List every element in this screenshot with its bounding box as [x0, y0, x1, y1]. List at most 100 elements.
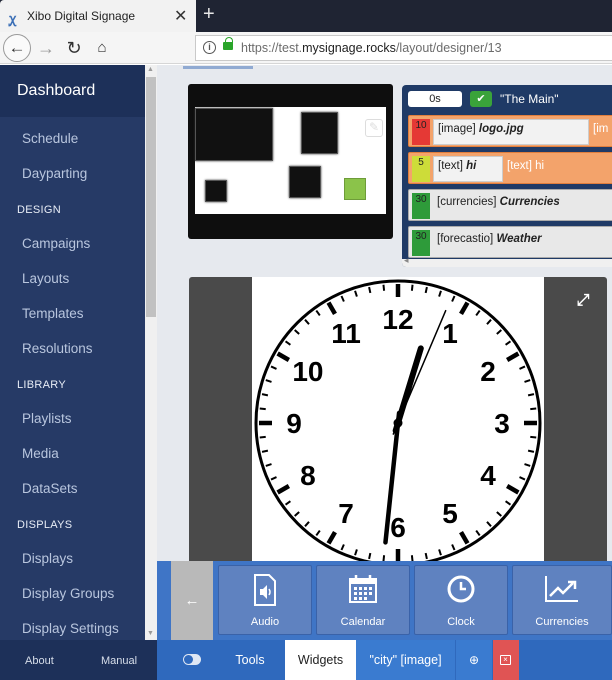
manual-link[interactable]: Manual: [101, 655, 137, 667]
sidebar-item-layouts[interactable]: Layouts: [22, 271, 69, 286]
region-box[interactable]: [289, 166, 321, 198]
clock-minute-tick: [527, 449, 535, 453]
clock-face: 12 12 3 45 6 78 9 10 11: [254, 279, 542, 567]
region-box[interactable]: [205, 180, 227, 202]
clock-numeral: 4: [480, 460, 496, 491]
timeline-widget-row[interactable]: 10 [image] logo.jpg [im: [408, 115, 612, 147]
widget-duration: 5: [412, 156, 430, 182]
clock-minute-tick: [530, 435, 537, 439]
home-icon[interactable]: ⌂: [90, 36, 114, 60]
close-tab-icon[interactable]: ✕: [174, 6, 187, 26]
fullscreen-icon[interactable]: ⤢: [573, 291, 593, 311]
tab-widgets[interactable]: Widgets: [285, 640, 356, 680]
clock-numeral: 12: [382, 304, 413, 335]
sidebar: Dashboard Schedule Dayparting DESIGN Cam…: [0, 65, 157, 680]
sidebar-section-design: DESIGN: [17, 204, 61, 216]
clock-numeral: 2: [480, 356, 496, 387]
preview-canvas: ✎: [195, 107, 386, 214]
sidebar-item-display-groups[interactable]: Display Groups: [22, 586, 114, 601]
sidebar-item-media[interactable]: Media: [22, 446, 59, 461]
clock-numeral: 6: [390, 512, 406, 543]
toggle-icon[interactable]: [183, 654, 201, 665]
sidebar-item-displays[interactable]: Displays: [22, 551, 73, 566]
region-stage[interactable]: 12 1 2 3 4 5 6 7 8 9 10 11 ⤢: [189, 277, 607, 567]
sidebar-item-playlists[interactable]: Playlists: [22, 411, 72, 426]
sidebar-item-campaigns[interactable]: Campaigns: [22, 236, 90, 251]
clock-center-pin: [393, 418, 403, 428]
edit-icon[interactable]: ✎: [365, 119, 383, 137]
clock-minute-tick: [368, 286, 372, 294]
widget-duration: 30: [412, 193, 430, 219]
scroll-down-icon[interactable]: ▼: [147, 630, 154, 637]
sidebar-scrollbar[interactable]: ▲ ▼: [145, 65, 157, 640]
sidebar-section-displays: DISPLAYS: [17, 519, 73, 531]
clock-minute-tick: [261, 393, 269, 397]
back-arrow-icon[interactable]: ←: [3, 34, 31, 62]
sidebar-section-library: LIBRARY: [17, 379, 66, 391]
timeline-widget-row[interactable]: 30 [currencies] Currencies: [408, 189, 612, 221]
widget-ghost-label: [im: [593, 123, 609, 135]
widget-duration: 10: [412, 119, 430, 145]
widget-currencies-button[interactable]: Currencies: [512, 565, 612, 635]
widget-label: Calendar: [340, 616, 386, 628]
sidebar-item-schedule[interactable]: Schedule: [22, 131, 78, 146]
check-icon[interactable]: ✔: [470, 91, 492, 107]
clock-minute-tick: [382, 284, 386, 291]
widget-clock-button[interactable]: Clock: [414, 565, 508, 635]
clock-numeral: 8: [300, 460, 316, 491]
clock-minute-tick: [410, 284, 414, 291]
timeline-widget-row[interactable]: 5 [text] hi [text] hi: [408, 152, 612, 184]
clock-minute-tick: [259, 435, 266, 439]
sidebar-item-resolutions[interactable]: Resolutions: [22, 341, 93, 356]
audio-file-icon: [219, 574, 311, 611]
sidebar-footer: About Manual: [0, 640, 157, 680]
clock-numeral: 5: [442, 498, 458, 529]
widget-toolbox: ← Audio Calendar Clock Currencies: [157, 561, 612, 641]
new-tab-icon[interactable]: +: [203, 3, 215, 26]
clock-minute-tick: [259, 407, 266, 411]
arrow-left-icon[interactable]: ←: [171, 561, 213, 641]
timeline-time: 0s: [408, 91, 462, 107]
sidebar-item-display-settings[interactable]: Display Settings: [22, 621, 119, 636]
sidebar-item-templates[interactable]: Templates: [22, 306, 84, 321]
region-box[interactable]: [301, 112, 338, 154]
timeline-widget-row[interactable]: 30 [forecastio] Weather: [408, 226, 612, 258]
layout-preview[interactable]: ✎: [188, 84, 393, 239]
scroll-up-icon[interactable]: ▲: [147, 66, 154, 73]
forward-arrow-icon[interactable]: →: [34, 36, 58, 60]
region-box-selected[interactable]: [344, 178, 366, 200]
bottom-toolbar: Tools Widgets "city" [image] ⊕ ×: [157, 640, 612, 680]
tab-tools[interactable]: Tools: [221, 640, 279, 680]
address-bar[interactable]: i https://test.mysignage.rocks/layout/de…: [195, 35, 612, 61]
calendar-icon: [317, 574, 409, 609]
timeline-panel: 0s ✔ "The Main" 10 [image] logo.jpg [im …: [402, 85, 612, 267]
info-icon[interactable]: i: [203, 41, 216, 54]
timeline-scrollbar[interactable]: [402, 255, 612, 267]
clock-icon: [415, 574, 507, 609]
region-box[interactable]: [195, 108, 273, 161]
widget-label: [image] logo.jpg: [433, 119, 589, 145]
sidebar-item-datasets[interactable]: DataSets: [22, 481, 78, 496]
about-link[interactable]: About: [25, 655, 54, 667]
reload-icon[interactable]: ↻: [62, 36, 86, 60]
browser-tab[interactable]: ꭕ Xibo Digital Signage ✕: [0, 0, 196, 32]
layout-designer: ✎ 0s ✔ "The Main" 10 [image] logo.jpg [i…: [157, 65, 612, 680]
sidebar-item-dayparting[interactable]: Dayparting: [22, 166, 87, 181]
xibo-favicon-icon: ꭕ: [9, 11, 17, 26]
sidebar-scroll-thumb[interactable]: [146, 77, 156, 317]
region-name: "The Main": [500, 92, 559, 106]
widget-audio-button[interactable]: Audio: [218, 565, 312, 635]
zoom-icon[interactable]: ⊕: [456, 640, 492, 680]
sidebar-item-dashboard[interactable]: Dashboard: [0, 65, 145, 117]
logo-peek: [183, 65, 253, 69]
clock-numeral: 7: [338, 498, 354, 529]
clock-minute-tick: [527, 393, 535, 397]
widget-label: [forecastio] Weather: [437, 233, 542, 245]
clock-numeral: 11: [331, 318, 361, 349]
browser-navbar: ← → ↻ ⌂ i https://test.mysignage.rocks/l…: [0, 32, 612, 64]
widget-ghost-label: [text] hi: [507, 160, 545, 172]
widget-calendar-button[interactable]: Calendar: [316, 565, 410, 635]
selected-widget-tab[interactable]: "city" [image]: [356, 640, 455, 680]
delete-button[interactable]: ×: [493, 640, 519, 680]
url-text[interactable]: https://test.mysignage.rocks/layout/desi…: [241, 41, 502, 55]
